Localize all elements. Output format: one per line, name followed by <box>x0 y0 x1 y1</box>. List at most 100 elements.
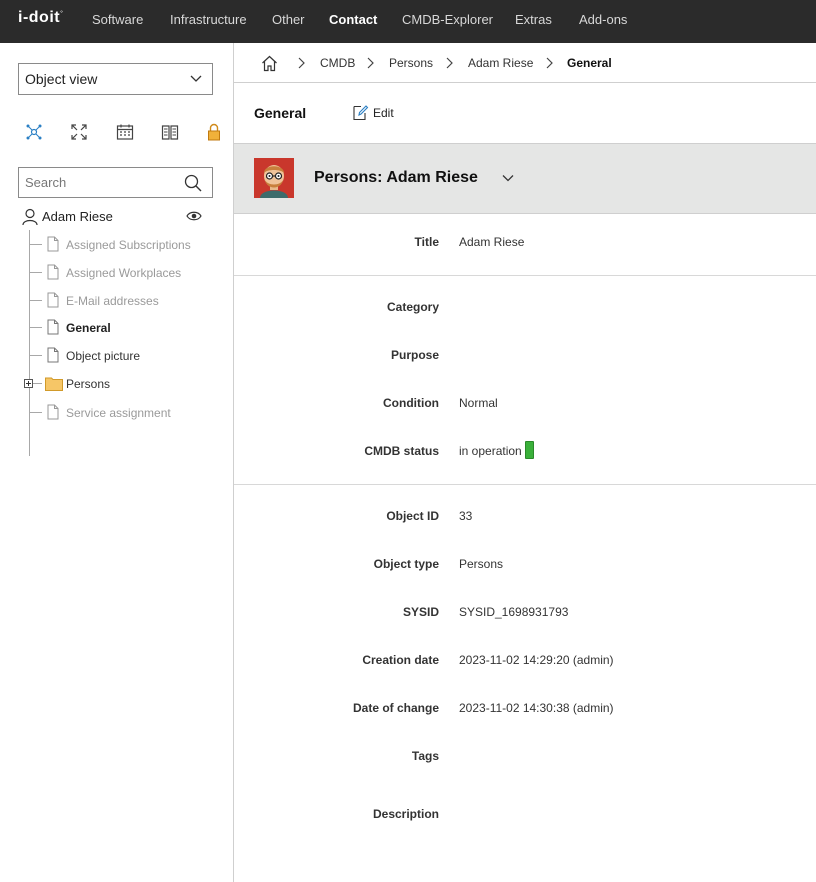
edit-label: Edit <box>373 106 394 120</box>
tree-toolbar <box>24 122 229 142</box>
tree-item-service-assignment[interactable]: Service assignment <box>30 403 220 423</box>
document-icon <box>47 319 59 335</box>
breadcrumb-cmdb[interactable]: CMDB <box>320 56 355 70</box>
breadcrumb-adam-riese[interactable]: Adam Riese <box>468 56 533 70</box>
field-label: CMDB status <box>364 444 439 458</box>
field-label: Date of change <box>352 701 439 715</box>
tree-item-label: Object picture <box>66 349 141 363</box>
top-navigation-bar: i-doit° Software Infrastructure Other Co… <box>0 0 816 43</box>
nav-contact[interactable]: Contact <box>329 12 377 27</box>
field-value: 33 <box>459 509 473 523</box>
chevron-down-icon <box>190 75 202 82</box>
field-value: Adam Riese <box>459 235 525 249</box>
field-label: Condition <box>383 396 439 410</box>
tree-root-adam-riese[interactable]: Adam Riese <box>22 208 212 226</box>
field-value: SYSID_1698931793 <box>459 605 569 619</box>
field-value: Normal <box>459 396 498 410</box>
field-label: Purpose <box>390 348 439 362</box>
section-divider <box>234 484 816 485</box>
field-label: Object type <box>373 557 439 571</box>
tree-item-label: General <box>66 321 111 335</box>
chevron-down-icon[interactable] <box>502 173 514 183</box>
field-label: Tags <box>411 749 439 763</box>
field-value: 2023-11-02 14:30:38 (admin) <box>459 701 614 715</box>
person-icon <box>22 208 38 226</box>
tree-item-label: Assigned Workplaces <box>66 266 182 280</box>
field-category: Category <box>234 298 816 318</box>
document-icon <box>47 264 59 280</box>
tree-item-label: Service assignment <box>66 406 171 420</box>
nav-cmdb-explorer[interactable]: CMDB-Explorer <box>402 12 493 27</box>
tree-item-label: Assigned Subscriptions <box>66 238 191 252</box>
field-title: Title Adam Riese <box>234 233 816 253</box>
object-header: Persons: Adam Riese <box>234 143 816 214</box>
breadcrumb: CMDB Persons Adam Riese General <box>234 43 816 83</box>
tree-item-label: Persons <box>66 377 111 391</box>
field-value: Persons <box>459 557 504 571</box>
nav-software[interactable]: Software <box>92 12 143 27</box>
tree-item-object-picture[interactable]: Object picture <box>30 346 220 366</box>
nav-extras[interactable]: Extras <box>515 12 552 27</box>
lock-icon[interactable] <box>204 122 224 142</box>
field-label: Title <box>414 235 439 249</box>
section-divider <box>234 275 816 276</box>
nav-add-ons[interactable]: Add-ons <box>579 12 627 27</box>
tree-item-email-addresses[interactable]: E-Mail addresses <box>30 291 220 311</box>
document-icon <box>47 292 59 308</box>
folder-icon <box>45 377 63 391</box>
relations-icon[interactable] <box>24 122 44 142</box>
field-label: Description <box>372 807 439 821</box>
field-creation-date: Creation date 2023-11-02 14:29:20 (admin… <box>234 651 816 671</box>
field-object-type: Object type Persons <box>234 555 816 575</box>
tree-item-label: E-Mail addresses <box>66 294 159 308</box>
person-avatar-icon <box>254 158 294 198</box>
tree-item-general[interactable]: General <box>30 318 220 338</box>
left-sidebar: Object view Search Adam Riese Assigned S… <box>0 43 234 882</box>
field-tags: Tags <box>234 747 816 767</box>
book-icon[interactable] <box>160 122 180 142</box>
status-color-badge <box>524 441 534 460</box>
avatar <box>254 158 294 198</box>
field-cmdb-status: CMDB status in operation <box>234 441 816 462</box>
page-title: General <box>254 105 307 121</box>
tree-search-box <box>18 167 213 198</box>
home-icon[interactable] <box>261 55 278 72</box>
field-condition: Condition Normal <box>234 394 816 414</box>
tree-item-assigned-workplaces[interactable]: Assigned Workplaces <box>30 263 220 283</box>
calendar-icon[interactable] <box>115 122 135 142</box>
field-object-id: Object ID 33 <box>234 507 816 527</box>
document-icon <box>47 347 59 363</box>
nav-other[interactable]: Other <box>272 12 305 27</box>
view-select-value: Object view <box>25 71 98 87</box>
tree-root-label: Adam Riese <box>42 209 113 224</box>
chevron-right-icon <box>546 57 553 69</box>
i-doit-logo[interactable]: i-doit° <box>18 9 63 27</box>
document-icon <box>47 404 59 420</box>
document-icon <box>47 236 59 252</box>
tree-item-persons[interactable]: Persons <box>24 374 220 394</box>
search-icon[interactable] <box>183 173 203 193</box>
field-value: in operation <box>459 444 522 458</box>
chevron-right-icon <box>298 57 305 69</box>
edit-icon <box>353 105 369 121</box>
field-sysid: SYSID SYSID_1698931793 <box>234 603 816 623</box>
field-description: Description <box>234 805 816 825</box>
expand-plus-icon[interactable] <box>24 379 33 388</box>
eye-icon[interactable] <box>186 210 202 222</box>
tree-item-assigned-subscriptions[interactable]: Assigned Subscriptions <box>30 235 220 255</box>
breadcrumb-persons[interactable]: Persons <box>389 56 433 70</box>
field-label: Category <box>386 300 439 314</box>
nav-infrastructure[interactable]: Infrastructure <box>170 12 247 27</box>
field-value-wrap: in operation <box>459 441 534 460</box>
view-select-dropdown[interactable]: Object view <box>18 63 213 95</box>
search-input[interactable] <box>19 168 179 197</box>
chevron-right-icon <box>367 57 374 69</box>
field-value: 2023-11-02 14:29:20 (admin) <box>459 653 614 667</box>
field-label: SYSID <box>402 605 439 619</box>
fullscreen-icon[interactable] <box>69 122 89 142</box>
field-label: Object ID <box>386 509 439 523</box>
field-purpose: Purpose <box>234 346 816 366</box>
field-label: Creation date <box>362 653 439 667</box>
chevron-right-icon <box>446 57 453 69</box>
breadcrumb-general: General <box>567 56 612 70</box>
